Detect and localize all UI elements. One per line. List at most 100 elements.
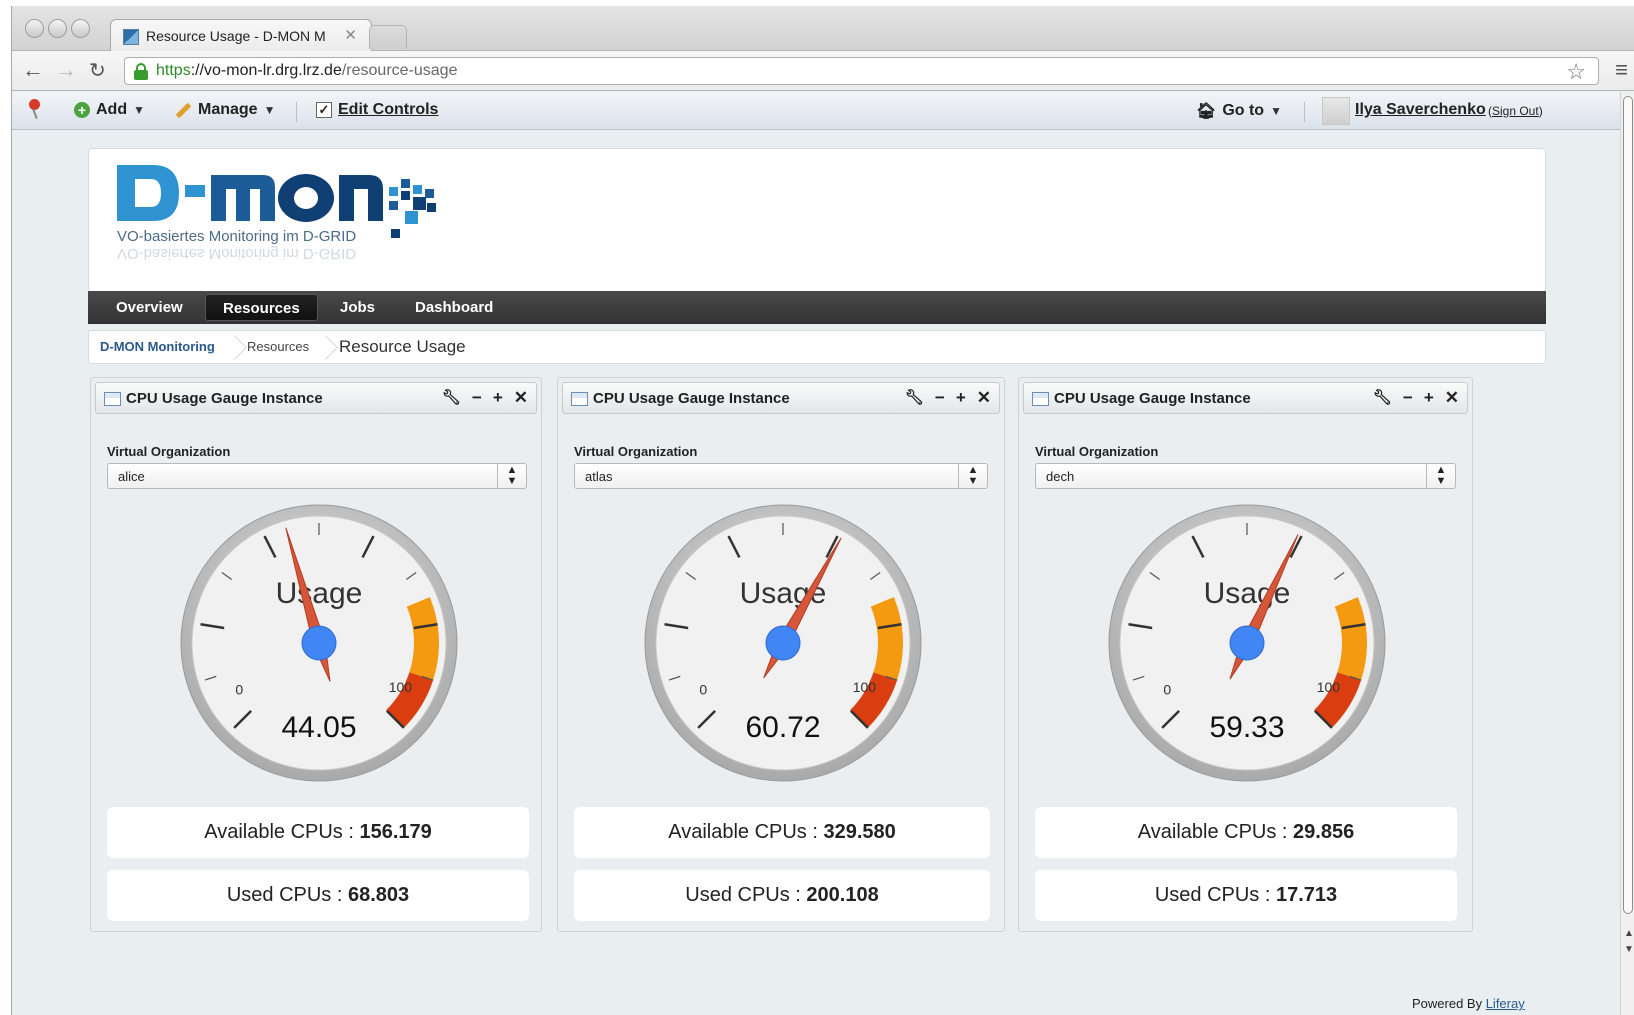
wrench-icon[interactable]: 🔧︎ xyxy=(905,388,924,408)
url-text: https://vo-mon-lr.drg.lrz.de/resource-us… xyxy=(156,62,458,79)
scroll-up-arrow-icon[interactable]: ▲ xyxy=(1624,928,1634,939)
vo-label: Virtual Organization xyxy=(1035,444,1159,459)
usage-gauge: 0 100Usage59.33 xyxy=(1108,504,1386,782)
maximize-icon[interactable]: + xyxy=(956,388,966,408)
scroll-down-arrow-icon[interactable]: ▼ xyxy=(1624,944,1634,955)
used-cpus-box: Used CPUs : 68.803 xyxy=(107,870,529,921)
caret-down-icon: ▼ xyxy=(1270,104,1282,118)
breadcrumb-item-current: Resource Usage xyxy=(339,337,466,356)
breadcrumb: D-MON Monitoring Resources Resource Usag… xyxy=(88,330,1546,364)
main-navigation: Overview Resources Jobs Dashboard xyxy=(88,291,1546,324)
portlet-title-bar[interactable]: CPU Usage Gauge Instance 🔧︎ − + ✕ xyxy=(562,382,1000,414)
portlet-title-bar[interactable]: CPU Usage Gauge Instance 🔧︎ − + ✕ xyxy=(95,382,537,414)
vo-select-value: alice xyxy=(118,469,145,484)
nav-item-jobs[interactable]: Jobs xyxy=(340,291,375,324)
available-cpus-label: Available CPUs : xyxy=(1137,821,1294,843)
wrench-icon[interactable]: 🔧︎ xyxy=(442,388,461,408)
edit-controls-toggle[interactable]: ✓ Edit Controls xyxy=(316,101,438,119)
gauge-hub xyxy=(301,625,337,661)
portlet-controls: 🔧︎ − + ✕ xyxy=(442,388,528,408)
sign-out-link[interactable]: (Sign Out) xyxy=(1488,104,1543,118)
gauge-min-label: 0 xyxy=(235,682,243,698)
site-header: VO-basiertes Monitoring im D-GRID VO-bas… xyxy=(88,148,1546,293)
portlet-controls: 🔧︎ − + ✕ xyxy=(1373,388,1459,408)
caret-down-icon: ▼ xyxy=(133,103,145,117)
gauge-hub xyxy=(1229,625,1265,661)
add-icon: + xyxy=(74,102,90,118)
caret-down-icon: ▼ xyxy=(263,103,276,117)
minimize-window-button[interactable] xyxy=(48,19,67,38)
address-bar[interactable]: https://vo-mon-lr.drg.lrz.de/resource-us… xyxy=(124,57,1599,85)
breadcrumb-item-resources[interactable]: Resources xyxy=(247,331,309,363)
tab-title: Resource Usage - D-MON M xyxy=(146,28,326,44)
close-icon[interactable]: ✕ xyxy=(514,388,528,408)
checkbox-icon[interactable]: ✓ xyxy=(316,102,332,118)
site-logo[interactable]: VO-basiertes Monitoring im D-GRID VO-bas… xyxy=(113,159,443,279)
used-cpus-value: 68.803 xyxy=(347,884,410,906)
close-window-button[interactable] xyxy=(25,19,44,38)
forward-arrow-icon[interactable]: → xyxy=(55,57,77,83)
usage-gauge: 0 100Usage60.72 xyxy=(644,504,922,782)
portlet-title-bar[interactable]: CPU Usage Gauge Instance 🔧︎ − + ✕ xyxy=(1023,382,1468,414)
favicon-icon xyxy=(123,29,139,45)
portlet-title: CPU Usage Gauge Instance xyxy=(593,390,790,407)
portlet-title: CPU Usage Gauge Instance xyxy=(126,390,323,407)
used-cpus-value: 17.713 xyxy=(1275,884,1338,906)
nav-item-dashboard[interactable]: Dashboard xyxy=(415,291,493,324)
cpu-gauge-portlet: CPU Usage Gauge Instance 🔧︎ − + ✕ Virtua… xyxy=(90,377,542,932)
maximize-icon[interactable]: + xyxy=(1424,388,1434,408)
minimize-icon[interactable]: − xyxy=(935,388,945,408)
divider xyxy=(1304,102,1305,122)
pin-icon[interactable] xyxy=(26,99,42,121)
portlet-controls: 🔧︎ − + ✕ xyxy=(905,388,991,408)
select-arrows-icon: ▲ ▼ xyxy=(497,464,526,488)
vo-label: Virtual Organization xyxy=(574,444,698,459)
vo-select[interactable]: alice ▲ ▼ xyxy=(107,463,527,489)
add-menu[interactable]: + Add ▼ xyxy=(74,101,145,119)
goto-menu[interactable]: 🏠︎ Go to ▼ xyxy=(1196,101,1282,121)
used-cpus-box: Used CPUs : 17.713 xyxy=(1035,870,1457,921)
wrench-icon[interactable]: 🔧︎ xyxy=(1373,388,1392,408)
close-tab-icon[interactable]: ✕ xyxy=(344,26,357,44)
minimize-icon[interactable]: − xyxy=(1403,388,1413,408)
scrollbar-thumb[interactable] xyxy=(1623,96,1633,914)
manage-menu[interactable]: Manage ▼ xyxy=(174,101,275,119)
new-tab-button[interactable] xyxy=(369,25,407,49)
browser-window: Resource Usage - D-MON M ✕ ← → ↻ https:/… xyxy=(11,6,1634,1015)
vertical-scrollbar[interactable]: ▲ ▼ xyxy=(1620,92,1634,1015)
vo-select[interactable]: dech ▲ ▼ xyxy=(1035,463,1456,489)
browser-tab[interactable]: Resource Usage - D-MON M ✕ xyxy=(110,19,372,52)
vo-select-value: dech xyxy=(1046,469,1075,484)
browser-menu-icon[interactable]: ≡ xyxy=(1615,57,1628,83)
back-arrow-icon[interactable]: ← xyxy=(22,57,44,83)
gauge-max-label: 100 xyxy=(389,679,413,695)
portlet-icon xyxy=(571,392,588,406)
vo-select[interactable]: atlas ▲ ▼ xyxy=(574,463,988,489)
browser-toolbar: ← → ↻ https://vo-mon-lr.drg.lrz.de/resou… xyxy=(12,51,1634,91)
gauge-max-label: 100 xyxy=(853,679,877,695)
gauge-min-label: 0 xyxy=(1163,682,1171,698)
available-cpus-value: 29.856 xyxy=(1293,821,1355,843)
available-cpus-label: Available CPUs : xyxy=(204,821,360,843)
zoom-window-button[interactable] xyxy=(71,19,90,38)
used-cpus-box: Used CPUs : 200.108 xyxy=(574,870,990,921)
gauge-label: Usage xyxy=(276,577,363,610)
available-cpus-box: Available CPUs : 329.580 xyxy=(574,807,990,858)
home-icon: 🏠︎ xyxy=(1196,103,1217,120)
liferay-link[interactable]: Liferay xyxy=(1486,996,1525,1011)
reload-icon[interactable]: ↻ xyxy=(89,58,106,83)
maximize-icon[interactable]: + xyxy=(493,388,503,408)
minimize-icon[interactable]: − xyxy=(472,388,482,408)
close-icon[interactable]: ✕ xyxy=(977,388,991,408)
close-icon[interactable]: ✕ xyxy=(1445,388,1459,408)
powered-by: Powered By Liferay xyxy=(1412,996,1525,1011)
avatar[interactable] xyxy=(1322,97,1350,125)
user-name-link[interactable]: Ilya Saverchenko xyxy=(1355,101,1486,119)
breadcrumb-item-home[interactable]: D-MON Monitoring xyxy=(100,331,215,363)
gauge-hub xyxy=(765,625,801,661)
bookmark-star-icon[interactable]: ☆ xyxy=(1566,59,1586,85)
nav-item-overview[interactable]: Overview xyxy=(116,291,183,324)
nav-item-resources[interactable]: Resources xyxy=(205,294,318,321)
breadcrumb-separator xyxy=(227,331,241,363)
gauge-value: 59.33 xyxy=(1209,711,1284,744)
